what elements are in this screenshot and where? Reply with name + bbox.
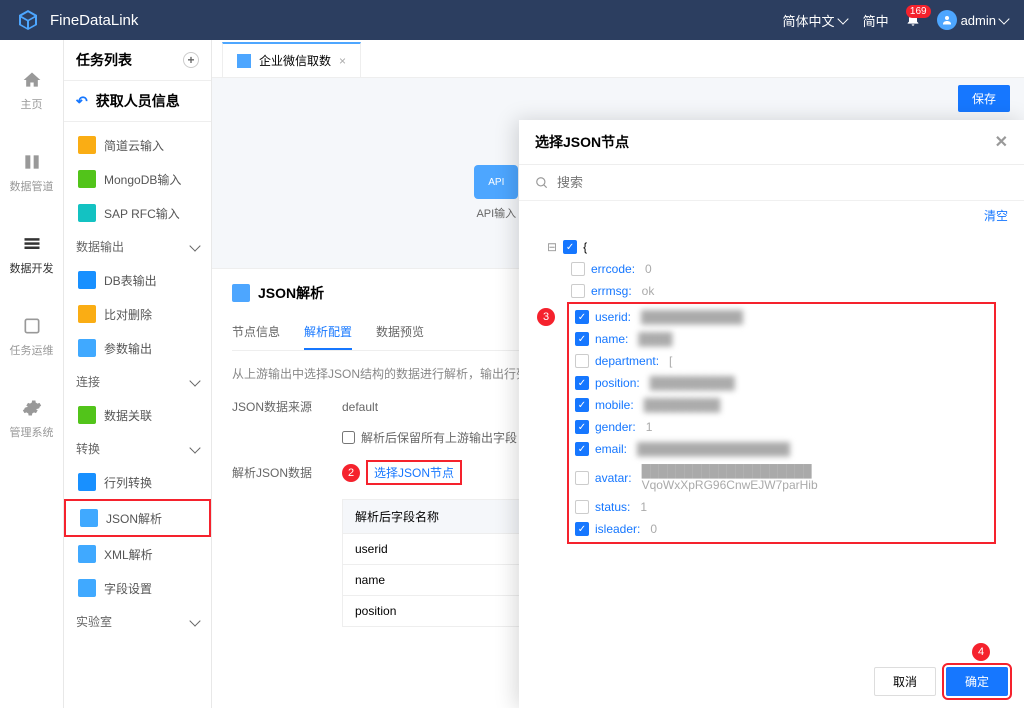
rail-home[interactable]: 主页	[21, 70, 43, 112]
checkbox[interactable]	[575, 500, 589, 514]
ops-icon	[22, 316, 42, 336]
checkbox[interactable]: ✓	[575, 398, 589, 412]
node-type-icon	[78, 136, 96, 154]
highlighted-tree-block: 3 ✓userid:████████████✓name:████departme…	[567, 302, 996, 544]
node-type-icon	[78, 545, 96, 563]
side-item-比对删除[interactable]: 比对删除	[64, 297, 211, 331]
checkbox[interactable]	[575, 471, 589, 485]
side-item-MongoDB输入[interactable]: MongoDB输入	[64, 162, 211, 196]
marker-4: 4	[972, 643, 990, 661]
side-panel: 任务列表 + ↶ 获取人员信息 简道云输入MongoDB输入SAP RFC输入数…	[64, 40, 212, 708]
main-area: 企业微信取数 × 保存 API API输入 1 JSON JSON解析 JSON…	[212, 40, 1024, 708]
checkbox[interactable]: ✓	[563, 240, 577, 254]
side-item-数据关联[interactable]: 数据关联	[64, 398, 211, 432]
tree-node-mobile[interactable]: ✓mobile:█████████	[575, 394, 988, 416]
tree-node-status[interactable]: status:1	[575, 496, 988, 518]
side-back[interactable]: ↶ 获取人员信息	[64, 81, 211, 122]
tree-node-email[interactable]: ✓email:██████████████████	[575, 438, 988, 460]
pipeline-icon	[22, 152, 42, 172]
node-type-icon	[78, 204, 96, 222]
side-item-XML解析[interactable]: XML解析	[64, 537, 211, 571]
checkbox[interactable]	[571, 262, 585, 276]
side-item-JSON解析[interactable]: JSON解析	[64, 499, 211, 537]
gear-icon	[22, 398, 42, 418]
side-list: 简道云输入MongoDB输入SAP RFC输入数据输出DB表输出比对删除参数输出…	[64, 122, 211, 708]
side-header: 任务列表 +	[64, 40, 211, 81]
marker-3: 3	[537, 308, 555, 326]
language-full[interactable]: 简体中文	[783, 11, 847, 30]
side-group-实验室[interactable]: 实验室	[64, 605, 211, 638]
node-type-icon	[78, 170, 96, 188]
rail-pipeline[interactable]: 数据管道	[10, 152, 54, 194]
side-item-行列转换[interactable]: 行列转换	[64, 465, 211, 499]
clear-link[interactable]: 清空	[519, 201, 1024, 230]
tree-node-errcode[interactable]: errcode:0	[571, 258, 996, 280]
search-input[interactable]	[557, 175, 1008, 190]
modal-overlay: 选择JSON节点 ✕ 清空 ⊟ ✓ { errcode:0errmsg:ok	[212, 40, 1024, 708]
checkbox[interactable]: ✓	[575, 332, 589, 346]
notif-badge: 169	[906, 5, 931, 18]
side-item-简道云输入[interactable]: 简道云输入	[64, 128, 211, 162]
avatar-icon	[937, 10, 957, 30]
side-group-转换[interactable]: 转换	[64, 432, 211, 465]
collapse-icon[interactable]: ⊟	[547, 240, 557, 254]
side-item-字段设置[interactable]: 字段设置	[64, 571, 211, 605]
side-group-数据输出[interactable]: 数据输出	[64, 230, 211, 263]
language-short[interactable]: 简中	[863, 11, 889, 30]
tree-node-name[interactable]: ✓name:████	[575, 328, 988, 350]
node-type-icon	[78, 406, 96, 424]
product-name: FineDataLink	[50, 12, 138, 29]
side-item-参数输出[interactable]: 参数输出	[64, 331, 211, 365]
side-group-连接[interactable]: 连接	[64, 365, 211, 398]
node-type-icon	[78, 305, 96, 323]
checkbox[interactable]	[571, 284, 585, 298]
user-menu[interactable]: admin	[937, 10, 1008, 30]
develop-icon	[22, 234, 42, 254]
modal-search	[519, 165, 1024, 201]
tree-root[interactable]: ⊟ ✓ {	[547, 236, 996, 258]
modal-title: 选择JSON节点	[535, 132, 629, 152]
node-type-icon	[78, 339, 96, 357]
rail-develop[interactable]: 数据开发	[10, 234, 54, 276]
checkbox[interactable]: ✓	[575, 310, 589, 324]
tree-node-department[interactable]: department:[	[575, 350, 988, 372]
side-item-SAP RFC输入[interactable]: SAP RFC输入	[64, 196, 211, 230]
checkbox[interactable]	[575, 354, 589, 368]
node-type-icon	[78, 271, 96, 289]
rail-admin[interactable]: 管理系统	[10, 398, 54, 440]
json-node-modal: 选择JSON节点 ✕ 清空 ⊟ ✓ { errcode:0errmsg:ok	[519, 120, 1024, 708]
checkbox[interactable]: ✓	[575, 442, 589, 456]
ok-button[interactable]: 确定	[946, 667, 1008, 696]
json-tree: ⊟ ✓ { errcode:0errmsg:ok 3 ✓userid:█████…	[519, 230, 1024, 655]
top-bar: FineDataLink 简体中文 简中 169 admin	[0, 0, 1024, 40]
logo-icon	[16, 8, 40, 32]
cancel-button[interactable]: 取消	[874, 667, 936, 696]
tree-node-errmsg[interactable]: errmsg:ok	[571, 280, 996, 302]
checkbox[interactable]: ✓	[575, 420, 589, 434]
checkbox[interactable]: ✓	[575, 522, 589, 536]
tree-node-avatar[interactable]: avatar:████████████████████ VqoWxXpRG96C…	[575, 460, 988, 496]
home-icon	[22, 70, 42, 90]
tree-node-gender[interactable]: ✓gender:1	[575, 416, 988, 438]
tree-node-userid[interactable]: ✓userid:████████████	[575, 306, 988, 328]
notification-bell[interactable]: 169	[905, 11, 921, 30]
modal-close-icon[interactable]: ✕	[995, 132, 1008, 152]
node-type-icon	[78, 473, 96, 491]
left-rail: 主页 数据管道 数据开发 任务运维 管理系统	[0, 40, 64, 708]
node-type-icon	[80, 509, 98, 527]
side-item-DB表输出[interactable]: DB表输出	[64, 263, 211, 297]
node-type-icon	[78, 579, 96, 597]
add-task-icon[interactable]: +	[183, 52, 199, 68]
rail-ops[interactable]: 任务运维	[10, 316, 54, 358]
tree-node-position[interactable]: ✓position:██████████	[575, 372, 988, 394]
tree-node-isleader[interactable]: ✓isleader:0	[575, 518, 988, 540]
checkbox[interactable]: ✓	[575, 376, 589, 390]
back-icon: ↶	[76, 93, 88, 110]
search-icon	[535, 176, 549, 190]
